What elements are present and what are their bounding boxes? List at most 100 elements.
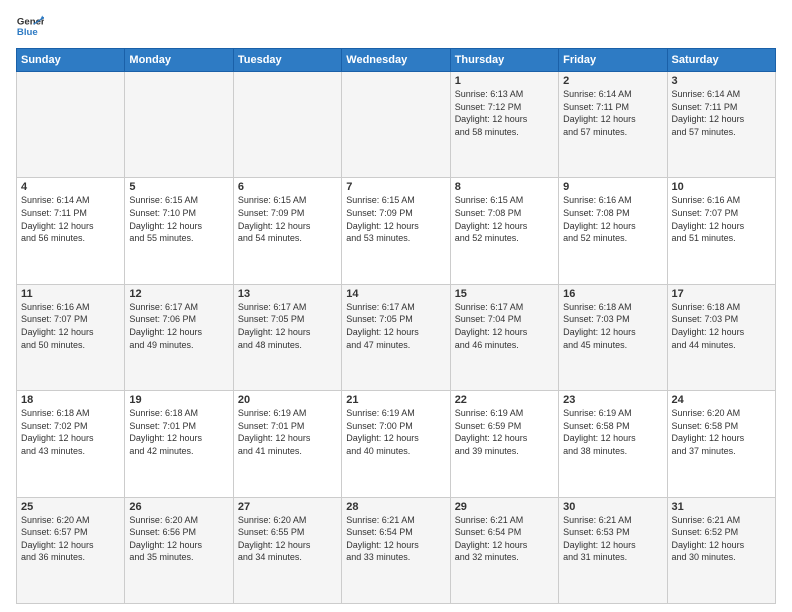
day-number: 27 xyxy=(238,501,337,513)
day-number: 18 xyxy=(21,394,120,406)
day-info: Sunrise: 6:16 AM Sunset: 7:08 PM Dayligh… xyxy=(563,194,662,244)
day-number: 9 xyxy=(563,181,662,193)
day-number: 4 xyxy=(21,181,120,193)
day-cell: 3Sunrise: 6:14 AM Sunset: 7:11 PM Daylig… xyxy=(667,72,775,178)
day-number: 15 xyxy=(455,288,554,300)
day-cell: 18Sunrise: 6:18 AM Sunset: 7:02 PM Dayli… xyxy=(17,391,125,497)
day-info: Sunrise: 6:18 AM Sunset: 7:02 PM Dayligh… xyxy=(21,407,120,457)
day-number: 26 xyxy=(129,501,228,513)
day-cell: 26Sunrise: 6:20 AM Sunset: 6:56 PM Dayli… xyxy=(125,497,233,603)
day-info: Sunrise: 6:14 AM Sunset: 7:11 PM Dayligh… xyxy=(563,88,662,138)
page-header: General Blue xyxy=(16,12,776,40)
week-row-3: 11Sunrise: 6:16 AM Sunset: 7:07 PM Dayli… xyxy=(17,284,776,390)
day-cell: 30Sunrise: 6:21 AM Sunset: 6:53 PM Dayli… xyxy=(559,497,667,603)
day-number: 31 xyxy=(672,501,771,513)
day-number: 5 xyxy=(129,181,228,193)
day-info: Sunrise: 6:15 AM Sunset: 7:08 PM Dayligh… xyxy=(455,194,554,244)
day-info: Sunrise: 6:14 AM Sunset: 7:11 PM Dayligh… xyxy=(21,194,120,244)
svg-text:General: General xyxy=(17,16,44,27)
day-cell: 12Sunrise: 6:17 AM Sunset: 7:06 PM Dayli… xyxy=(125,284,233,390)
day-info: Sunrise: 6:15 AM Sunset: 7:09 PM Dayligh… xyxy=(238,194,337,244)
day-number: 8 xyxy=(455,181,554,193)
day-number: 12 xyxy=(129,288,228,300)
day-info: Sunrise: 6:15 AM Sunset: 7:09 PM Dayligh… xyxy=(346,194,445,244)
day-info: Sunrise: 6:18 AM Sunset: 7:03 PM Dayligh… xyxy=(672,301,771,351)
day-cell xyxy=(342,72,450,178)
day-info: Sunrise: 6:20 AM Sunset: 6:55 PM Dayligh… xyxy=(238,514,337,564)
day-number: 21 xyxy=(346,394,445,406)
header-cell-friday: Friday xyxy=(559,49,667,72)
day-number: 10 xyxy=(672,181,771,193)
day-cell: 20Sunrise: 6:19 AM Sunset: 7:01 PM Dayli… xyxy=(233,391,341,497)
day-cell xyxy=(233,72,341,178)
day-cell: 9Sunrise: 6:16 AM Sunset: 7:08 PM Daylig… xyxy=(559,178,667,284)
day-cell: 21Sunrise: 6:19 AM Sunset: 7:00 PM Dayli… xyxy=(342,391,450,497)
day-number: 28 xyxy=(346,501,445,513)
day-info: Sunrise: 6:16 AM Sunset: 7:07 PM Dayligh… xyxy=(672,194,771,244)
day-cell xyxy=(125,72,233,178)
day-cell: 14Sunrise: 6:17 AM Sunset: 7:05 PM Dayli… xyxy=(342,284,450,390)
day-cell: 29Sunrise: 6:21 AM Sunset: 6:54 PM Dayli… xyxy=(450,497,558,603)
calendar-header: SundayMondayTuesdayWednesdayThursdayFrid… xyxy=(17,49,776,72)
day-number: 6 xyxy=(238,181,337,193)
week-row-4: 18Sunrise: 6:18 AM Sunset: 7:02 PM Dayli… xyxy=(17,391,776,497)
day-cell: 11Sunrise: 6:16 AM Sunset: 7:07 PM Dayli… xyxy=(17,284,125,390)
day-cell: 27Sunrise: 6:20 AM Sunset: 6:55 PM Dayli… xyxy=(233,497,341,603)
day-number: 23 xyxy=(563,394,662,406)
day-info: Sunrise: 6:19 AM Sunset: 7:01 PM Dayligh… xyxy=(238,407,337,457)
logo: General Blue xyxy=(16,12,44,40)
day-number: 14 xyxy=(346,288,445,300)
day-info: Sunrise: 6:21 AM Sunset: 6:53 PM Dayligh… xyxy=(563,514,662,564)
day-cell: 6Sunrise: 6:15 AM Sunset: 7:09 PM Daylig… xyxy=(233,178,341,284)
day-info: Sunrise: 6:20 AM Sunset: 6:58 PM Dayligh… xyxy=(672,407,771,457)
day-number: 22 xyxy=(455,394,554,406)
week-row-2: 4Sunrise: 6:14 AM Sunset: 7:11 PM Daylig… xyxy=(17,178,776,284)
day-cell: 4Sunrise: 6:14 AM Sunset: 7:11 PM Daylig… xyxy=(17,178,125,284)
header-cell-sunday: Sunday xyxy=(17,49,125,72)
day-info: Sunrise: 6:13 AM Sunset: 7:12 PM Dayligh… xyxy=(455,88,554,138)
day-number: 17 xyxy=(672,288,771,300)
day-cell: 2Sunrise: 6:14 AM Sunset: 7:11 PM Daylig… xyxy=(559,72,667,178)
svg-text:Blue: Blue xyxy=(17,27,38,38)
day-number: 7 xyxy=(346,181,445,193)
week-row-5: 25Sunrise: 6:20 AM Sunset: 6:57 PM Dayli… xyxy=(17,497,776,603)
day-cell xyxy=(17,72,125,178)
day-info: Sunrise: 6:19 AM Sunset: 6:58 PM Dayligh… xyxy=(563,407,662,457)
day-info: Sunrise: 6:17 AM Sunset: 7:04 PM Dayligh… xyxy=(455,301,554,351)
day-cell: 31Sunrise: 6:21 AM Sunset: 6:52 PM Dayli… xyxy=(667,497,775,603)
day-info: Sunrise: 6:18 AM Sunset: 7:03 PM Dayligh… xyxy=(563,301,662,351)
day-info: Sunrise: 6:17 AM Sunset: 7:05 PM Dayligh… xyxy=(346,301,445,351)
day-cell: 24Sunrise: 6:20 AM Sunset: 6:58 PM Dayli… xyxy=(667,391,775,497)
day-number: 29 xyxy=(455,501,554,513)
day-number: 3 xyxy=(672,75,771,87)
day-cell: 23Sunrise: 6:19 AM Sunset: 6:58 PM Dayli… xyxy=(559,391,667,497)
header-cell-saturday: Saturday xyxy=(667,49,775,72)
day-info: Sunrise: 6:21 AM Sunset: 6:52 PM Dayligh… xyxy=(672,514,771,564)
day-cell: 8Sunrise: 6:15 AM Sunset: 7:08 PM Daylig… xyxy=(450,178,558,284)
day-info: Sunrise: 6:16 AM Sunset: 7:07 PM Dayligh… xyxy=(21,301,120,351)
day-info: Sunrise: 6:20 AM Sunset: 6:57 PM Dayligh… xyxy=(21,514,120,564)
day-number: 11 xyxy=(21,288,120,300)
calendar-body: 1Sunrise: 6:13 AM Sunset: 7:12 PM Daylig… xyxy=(17,72,776,604)
day-info: Sunrise: 6:18 AM Sunset: 7:01 PM Dayligh… xyxy=(129,407,228,457)
day-cell: 5Sunrise: 6:15 AM Sunset: 7:10 PM Daylig… xyxy=(125,178,233,284)
day-number: 1 xyxy=(455,75,554,87)
header-cell-wednesday: Wednesday xyxy=(342,49,450,72)
day-cell: 7Sunrise: 6:15 AM Sunset: 7:09 PM Daylig… xyxy=(342,178,450,284)
day-cell: 16Sunrise: 6:18 AM Sunset: 7:03 PM Dayli… xyxy=(559,284,667,390)
day-number: 24 xyxy=(672,394,771,406)
day-cell: 17Sunrise: 6:18 AM Sunset: 7:03 PM Dayli… xyxy=(667,284,775,390)
day-cell: 1Sunrise: 6:13 AM Sunset: 7:12 PM Daylig… xyxy=(450,72,558,178)
day-cell: 10Sunrise: 6:16 AM Sunset: 7:07 PM Dayli… xyxy=(667,178,775,284)
day-number: 25 xyxy=(21,501,120,513)
day-cell: 28Sunrise: 6:21 AM Sunset: 6:54 PM Dayli… xyxy=(342,497,450,603)
day-info: Sunrise: 6:17 AM Sunset: 7:06 PM Dayligh… xyxy=(129,301,228,351)
week-row-1: 1Sunrise: 6:13 AM Sunset: 7:12 PM Daylig… xyxy=(17,72,776,178)
day-cell: 25Sunrise: 6:20 AM Sunset: 6:57 PM Dayli… xyxy=(17,497,125,603)
day-info: Sunrise: 6:19 AM Sunset: 7:00 PM Dayligh… xyxy=(346,407,445,457)
day-number: 30 xyxy=(563,501,662,513)
header-cell-thursday: Thursday xyxy=(450,49,558,72)
day-cell: 13Sunrise: 6:17 AM Sunset: 7:05 PM Dayli… xyxy=(233,284,341,390)
day-number: 2 xyxy=(563,75,662,87)
day-info: Sunrise: 6:17 AM Sunset: 7:05 PM Dayligh… xyxy=(238,301,337,351)
